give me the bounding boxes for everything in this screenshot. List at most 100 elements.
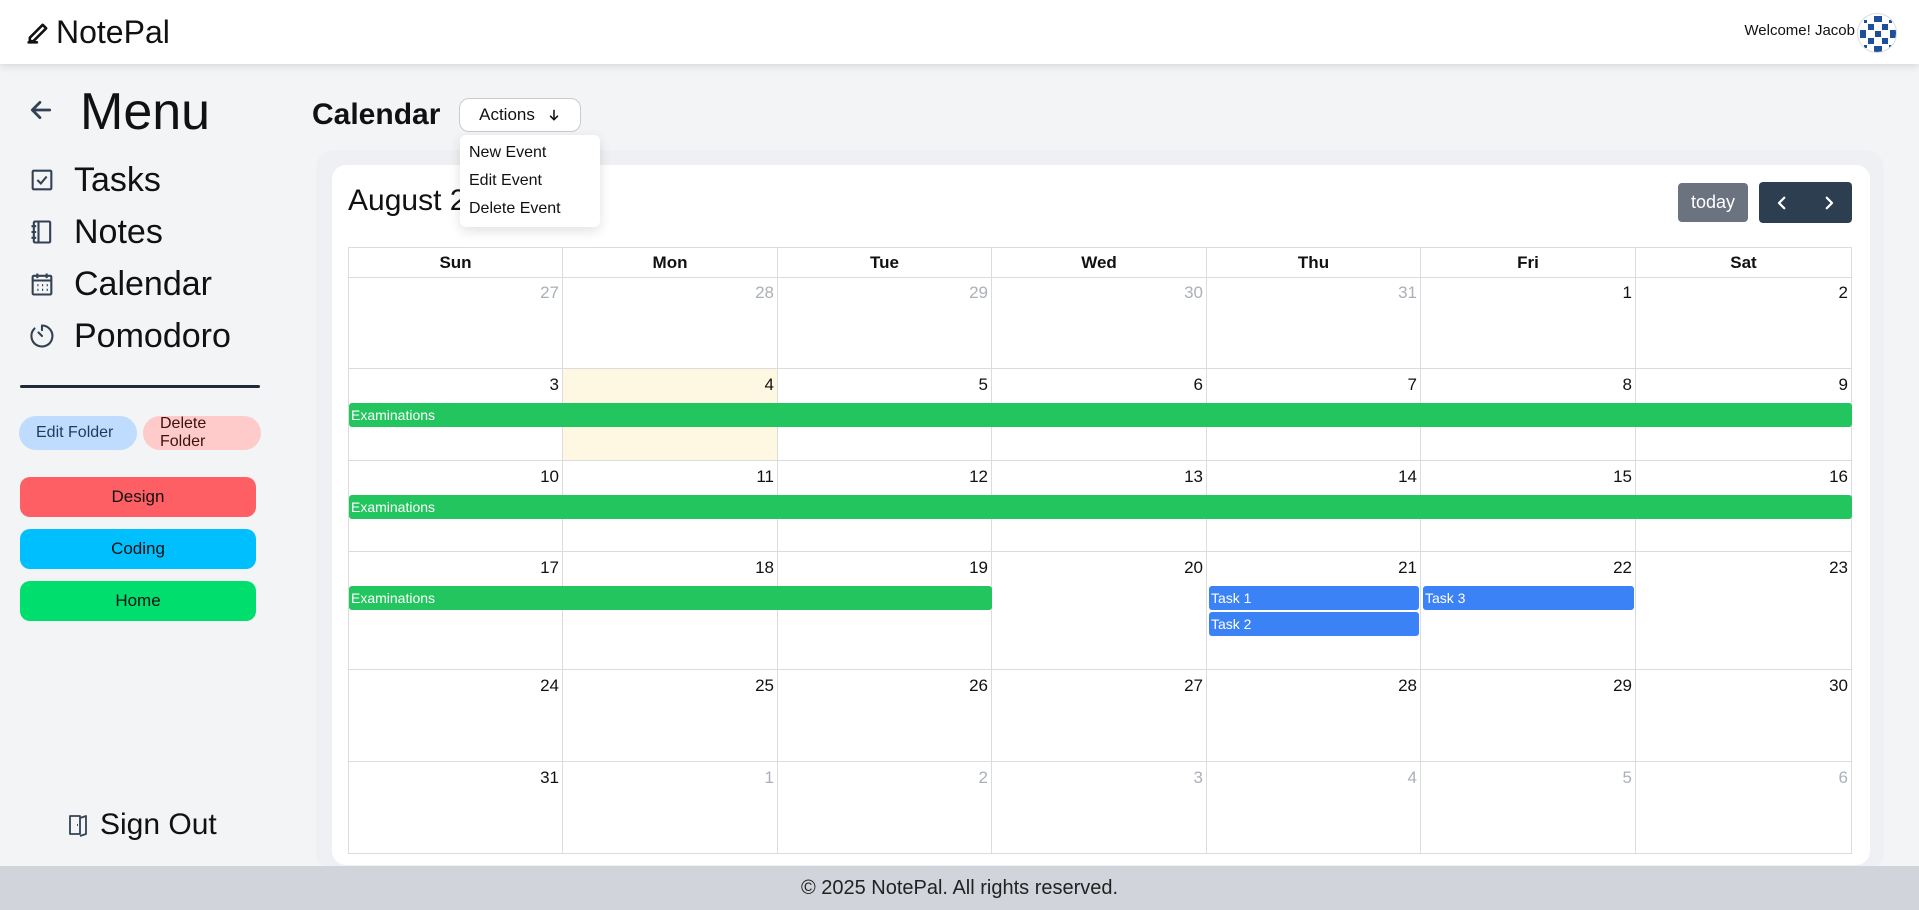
day-number[interactable]: 29	[1613, 676, 1632, 696]
back-arrow-icon[interactable]	[28, 93, 54, 132]
month-nav	[1759, 182, 1852, 223]
day-number[interactable]: 24	[540, 676, 559, 696]
day-cell[interactable]: 25	[563, 670, 778, 762]
day-number[interactable]: 5	[1623, 768, 1632, 788]
day-number[interactable]: 20	[1184, 558, 1203, 578]
day-number[interactable]: 31	[1398, 283, 1417, 303]
folder-home[interactable]: Home	[20, 581, 256, 621]
day-number[interactable]: 15	[1613, 467, 1632, 487]
day-cell[interactable]: 27	[992, 670, 1207, 762]
day-cell[interactable]: 23	[1636, 552, 1852, 670]
calendar-event[interactable]: Task 2	[1209, 612, 1419, 636]
edit-folder-button[interactable]: Edit Folder	[19, 416, 137, 450]
sidebar-item-pomodoro[interactable]: Pomodoro	[28, 310, 268, 362]
day-number[interactable]: 6	[1839, 768, 1848, 788]
day-cell[interactable]: 30	[1636, 670, 1852, 762]
calendar-event[interactable]: Task 1	[1209, 586, 1419, 610]
actions-button[interactable]: Actions	[459, 98, 581, 132]
day-cell[interactable]: 1	[563, 762, 778, 854]
day-cell[interactable]: 28	[1207, 670, 1421, 762]
day-number[interactable]: 2	[1839, 283, 1848, 303]
day-number[interactable]: 30	[1184, 283, 1203, 303]
day-cell[interactable]: 22	[1421, 552, 1636, 670]
day-number[interactable]: 31	[540, 768, 559, 788]
day-cell[interactable]: 21	[1207, 552, 1421, 670]
day-cell[interactable]: 17	[349, 552, 563, 670]
day-number[interactable]: 3	[1194, 768, 1203, 788]
day-number[interactable]: 19	[969, 558, 988, 578]
day-number[interactable]: 18	[755, 558, 774, 578]
menu-item-new-event[interactable]: New Event	[460, 139, 600, 167]
day-number[interactable]: 2	[979, 768, 988, 788]
day-number[interactable]: 8	[1623, 375, 1632, 395]
day-cell[interactable]: 24	[349, 670, 563, 762]
today-button[interactable]: today	[1678, 183, 1748, 222]
day-number[interactable]: 13	[1184, 467, 1203, 487]
day-number[interactable]: 3	[550, 375, 559, 395]
app-logo[interactable]: NotePal	[24, 14, 170, 51]
avatar[interactable]	[1857, 13, 1897, 53]
day-cell[interactable]: 29	[1421, 670, 1636, 762]
sidebar-item-notes[interactable]: Notes	[28, 206, 268, 258]
day-number[interactable]: 26	[969, 676, 988, 696]
next-month-button[interactable]	[1806, 182, 1853, 223]
day-number[interactable]: 14	[1398, 467, 1417, 487]
chevron-right-icon	[1825, 196, 1833, 209]
day-cell[interactable]: 30	[992, 277, 1207, 369]
day-number[interactable]: 28	[755, 283, 774, 303]
day-number[interactable]: 28	[1398, 676, 1417, 696]
delete-folder-button[interactable]: Delete Folder	[143, 415, 261, 450]
day-cell[interactable]: 6	[1636, 762, 1852, 854]
day-cell[interactable]: 2	[1636, 277, 1852, 369]
day-number[interactable]: 22	[1613, 558, 1632, 578]
day-number[interactable]: 29	[969, 283, 988, 303]
sign-out-button[interactable]: Sign Out	[66, 808, 217, 842]
day-number[interactable]: 4	[1408, 768, 1417, 788]
day-number[interactable]: 10	[540, 467, 559, 487]
day-number[interactable]: 21	[1398, 558, 1417, 578]
day-number[interactable]: 11	[756, 467, 774, 487]
day-number[interactable]: 5	[979, 375, 988, 395]
sidebar-item-tasks[interactable]: Tasks	[28, 154, 268, 206]
day-number[interactable]: 25	[755, 676, 774, 696]
day-cell[interactable]: 27	[349, 277, 563, 369]
day-number[interactable]: 7	[1408, 375, 1417, 395]
day-number[interactable]: 23	[1829, 558, 1848, 578]
menu-header: Menu	[28, 82, 210, 142]
day-number[interactable]: 9	[1839, 375, 1848, 395]
calendar-event[interactable]: Examinations	[349, 403, 1852, 427]
day-cell[interactable]: 20	[992, 552, 1207, 670]
day-number[interactable]: 17	[540, 558, 559, 578]
menu-item-delete-event[interactable]: Delete Event	[460, 195, 600, 223]
day-cell[interactable]: 2	[778, 762, 992, 854]
day-number[interactable]: 1	[765, 768, 774, 788]
folder-coding[interactable]: Coding	[20, 529, 256, 569]
day-number[interactable]: 27	[1184, 676, 1203, 696]
prev-month-button[interactable]	[1759, 182, 1806, 223]
day-cell[interactable]: 3	[992, 762, 1207, 854]
chevron-left-icon	[1778, 196, 1786, 209]
sidebar-item-calendar[interactable]: Calendar	[28, 258, 268, 310]
day-cell[interactable]: 28	[563, 277, 778, 369]
day-cell[interactable]: 18	[563, 552, 778, 670]
day-number[interactable]: 6	[1194, 375, 1203, 395]
day-number[interactable]: 12	[969, 467, 988, 487]
day-cell[interactable]: 31	[1207, 277, 1421, 369]
day-number[interactable]: 4	[765, 375, 774, 395]
day-cell[interactable]: 4	[1207, 762, 1421, 854]
day-number[interactable]: 16	[1829, 467, 1848, 487]
day-cell[interactable]: 26	[778, 670, 992, 762]
calendar-event[interactable]: Examinations	[349, 586, 992, 610]
folder-design[interactable]: Design	[20, 477, 256, 517]
day-cell[interactable]: 19	[778, 552, 992, 670]
day-cell[interactable]: 29	[778, 277, 992, 369]
day-number[interactable]: 1	[1623, 283, 1632, 303]
day-cell[interactable]: 31	[349, 762, 563, 854]
day-cell[interactable]: 1	[1421, 277, 1636, 369]
calendar-event[interactable]: Task 3	[1423, 586, 1634, 610]
menu-item-edit-event[interactable]: Edit Event	[460, 167, 600, 195]
day-number[interactable]: 27	[540, 283, 559, 303]
calendar-event[interactable]: Examinations	[349, 495, 1852, 519]
day-cell[interactable]: 5	[1421, 762, 1636, 854]
day-number[interactable]: 30	[1829, 676, 1848, 696]
